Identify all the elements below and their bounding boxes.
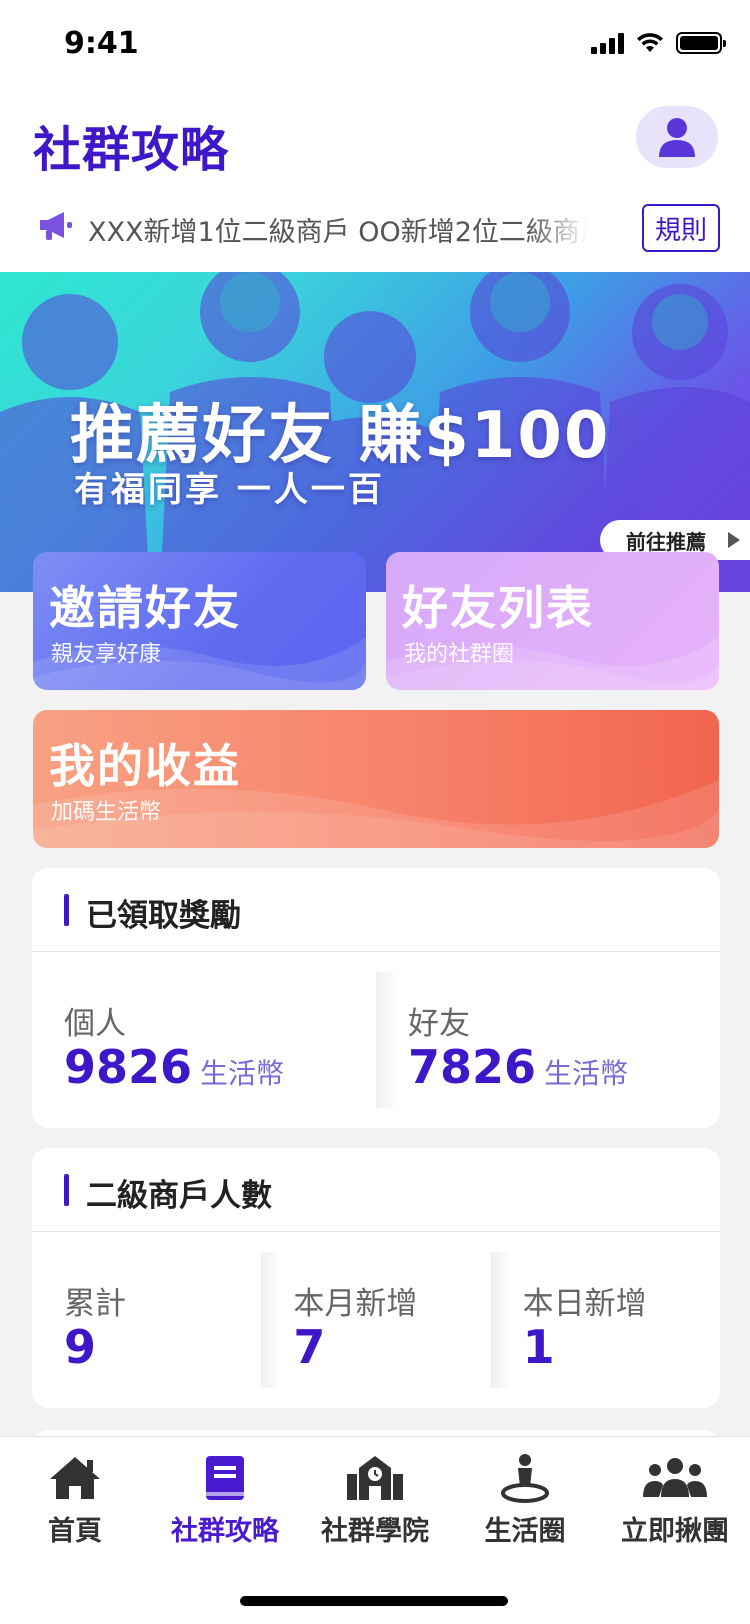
friends-reward-stat: 好友 7826 生活幣 bbox=[376, 952, 720, 1128]
merchant-today-label: 本日新增 bbox=[522, 1286, 647, 1322]
tab-group-buy-label: 立即揪團 bbox=[621, 1516, 729, 1547]
friends-reward-label: 好友 bbox=[408, 1006, 470, 1042]
invite-friends-subtitle: 親友享好康 bbox=[51, 642, 162, 667]
rules-button[interactable]: 規則 bbox=[642, 204, 720, 252]
invite-friends-card[interactable]: 邀請好友 親友享好康 bbox=[33, 552, 366, 690]
personal-reward-label: 個人 bbox=[64, 1006, 126, 1042]
friends-reward-amount: 7826 bbox=[408, 1040, 537, 1094]
rewards-header: 已領取獎勵 bbox=[32, 868, 720, 952]
merchants-panel: 二級商戶人數 累計 9 本月新增 7 本日新增 1 bbox=[32, 1148, 720, 1408]
personal-reward-stat: 個人 9826 生活幣 bbox=[32, 952, 376, 1128]
home-icon bbox=[50, 1457, 100, 1499]
tab-community-academy-label: 社群學院 bbox=[321, 1516, 429, 1547]
profile-button[interactable] bbox=[636, 106, 718, 168]
personal-reward-value: 9826 生活幣 bbox=[64, 1040, 284, 1094]
tab-home-label: 首頁 bbox=[48, 1516, 102, 1547]
section-accent-bar bbox=[64, 894, 69, 926]
friends-reward-unit: 生活幣 bbox=[544, 1057, 629, 1090]
cellular-signal-icon bbox=[591, 32, 624, 54]
invite-friends-title: 邀請好友 bbox=[49, 581, 241, 635]
merchant-total-label: 累計 bbox=[64, 1286, 126, 1322]
tab-community-guide-label: 社群攻略 bbox=[171, 1516, 279, 1547]
status-time: 9:41 bbox=[64, 26, 139, 61]
rewards-title: 已領取獎勵 bbox=[86, 898, 241, 934]
friend-list-title: 好友列表 bbox=[402, 581, 594, 635]
tab-life-circle-label: 生活圈 bbox=[484, 1516, 566, 1547]
merchants-header: 二級商戶人數 bbox=[32, 1148, 720, 1232]
merchant-month-stat: 本月新增 7 bbox=[261, 1232, 490, 1408]
personal-reward-amount: 9826 bbox=[64, 1040, 193, 1094]
section-accent-bar bbox=[64, 1174, 69, 1206]
merchant-total-value: 9 bbox=[64, 1320, 97, 1374]
battery-icon bbox=[676, 32, 726, 54]
go-recommend-label: 前往推薦 bbox=[626, 529, 706, 554]
friend-list-card[interactable]: 好友列表 我的社群圈 bbox=[386, 552, 719, 690]
referral-banner[interactable]: 推薦好友 賺$100 有福同享 一人一百 前往推薦 bbox=[0, 272, 750, 592]
status-icons bbox=[591, 32, 726, 54]
merchant-today-stat: 本日新增 1 bbox=[490, 1232, 720, 1408]
merchants-title: 二級商戶人數 bbox=[86, 1178, 272, 1214]
wifi-icon bbox=[637, 33, 663, 52]
tab-community-academy[interactable]: 社群學院 bbox=[300, 1437, 450, 1557]
user-icon bbox=[659, 118, 695, 157]
merchant-month-value: 7 bbox=[293, 1320, 326, 1374]
tab-community-guide[interactable]: 社群攻略 bbox=[150, 1437, 300, 1557]
my-earnings-card[interactable]: 我的收益 加碼生活幣 bbox=[33, 710, 719, 848]
rewards-panel: 已領取獎勵 個人 9826 生活幣 好友 7826 生活幣 bbox=[32, 868, 720, 1128]
banner-subtitle: 有福同享 一人一百 bbox=[74, 470, 385, 510]
friends-reward-value: 7826 生活幣 bbox=[408, 1040, 628, 1094]
my-earnings-title: 我的收益 bbox=[49, 739, 241, 793]
group-icon bbox=[643, 1458, 707, 1497]
tab-home[interactable]: 首頁 bbox=[0, 1437, 150, 1557]
page-title: 社群攻略 bbox=[33, 122, 230, 178]
school-icon bbox=[347, 1456, 403, 1500]
merchant-today-value: 1 bbox=[522, 1320, 555, 1374]
tab-group-buy[interactable]: 立即揪團 bbox=[600, 1437, 750, 1557]
app-header: 社群攻略 bbox=[0, 92, 750, 192]
merchants-stats: 累計 9 本月新增 7 本日新增 1 bbox=[32, 1232, 720, 1408]
personal-reward-unit: 生活幣 bbox=[200, 1057, 285, 1090]
rewards-stats: 個人 9826 生活幣 好友 7826 生活幣 bbox=[32, 952, 720, 1128]
home-indicator bbox=[240, 1596, 508, 1606]
play-arrow-icon bbox=[728, 532, 740, 548]
status-bar: 9:41 bbox=[0, 0, 750, 92]
merchant-month-label: 本月新增 bbox=[293, 1286, 418, 1322]
tab-life-circle[interactable]: 生活圈 bbox=[450, 1437, 600, 1557]
friend-list-subtitle: 我的社群圈 bbox=[404, 642, 515, 667]
my-earnings-subtitle: 加碼生活幣 bbox=[51, 800, 162, 825]
merchant-total-stat: 累計 9 bbox=[32, 1232, 261, 1408]
megaphone-icon bbox=[40, 212, 72, 240]
announcement-text: XXX新增1位二級商戶 OO新增2位二級商戶 XX新增3位二級商戶 bbox=[88, 217, 588, 248]
announcement-bar: XXX新增1位二級商戶 OO新增2位二級商戶 XX新增3位二級商戶 規則 bbox=[0, 192, 750, 272]
book-icon bbox=[206, 1456, 244, 1500]
bottom-tab-bar: 首頁 社群攻略 社群學院 生活圈 立即揪團 bbox=[0, 1436, 750, 1624]
location-person-icon bbox=[501, 1454, 549, 1503]
